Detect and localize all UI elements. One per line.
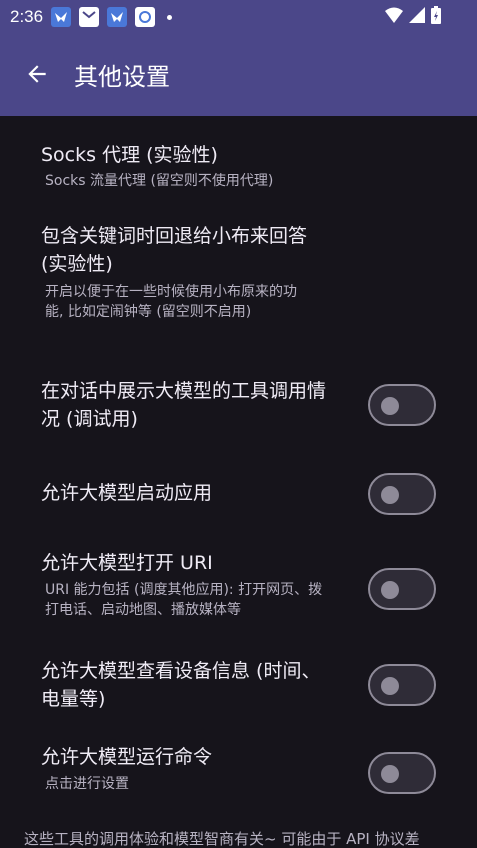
toolbar: 其他设置 — [0, 46, 477, 102]
setting-allow-run-command[interactable]: 允许大模型运行命令 点击进行设置 — [41, 744, 341, 794]
status-time: 2:36 — [10, 7, 44, 26]
toggle-allow-launch-app[interactable] — [368, 473, 436, 515]
setting-show-tool-calls[interactable]: 在对话中展示大模型的工具调用情况 (调试用) — [41, 377, 331, 433]
setting-title: Socks 代理 (实验性) — [41, 144, 218, 166]
toggle-knob — [381, 397, 399, 415]
toggle-allow-device-info[interactable] — [368, 664, 436, 706]
setting-subtitle: 开启以便于在一些时候使用小布原来的功能, 比如定闹钟等 (留空则不启用) — [45, 284, 297, 320]
toggle-show-tool-calls[interactable] — [368, 384, 436, 426]
bird-app-icon-2 — [107, 7, 128, 27]
setting-subtitle: 点击进行设置 — [45, 776, 129, 792]
status-bar: 2:36 — [0, 0, 477, 34]
back-arrow-icon[interactable] — [24, 61, 50, 87]
setting-title: 允许大模型运行命令 — [41, 746, 213, 768]
setting-title: 允许大模型打开 URI — [41, 552, 213, 574]
signal-icon — [409, 7, 425, 23]
setting-keyword-fallback[interactable]: 包含关键词时回退给小布来回答 (实验性) 开启以便于在一些时候使用小布原来的功能… — [41, 222, 316, 322]
toggle-knob — [381, 677, 399, 695]
cloud-app-icon — [135, 7, 156, 27]
toggle-allow-run-command[interactable] — [368, 752, 436, 794]
wifi-icon — [385, 7, 403, 23]
setting-allow-open-uri[interactable]: 允许大模型打开 URI URI 能力包括 (调度其他应用): 打开网页、拨打电话… — [41, 550, 331, 620]
setting-title: 允许大模型启动应用 — [41, 482, 213, 504]
toggle-knob — [381, 581, 399, 599]
toggle-knob — [381, 765, 399, 783]
toggle-knob — [381, 486, 399, 504]
setting-title: 在对话中展示大模型的工具调用情况 (调试用) — [41, 380, 327, 430]
setting-subtitle: URI 能力包括 (调度其他应用): 打开网页、拨打电话、启动地图、播放媒体等 — [45, 582, 323, 618]
app-bar: 2:36 其他设置 — [0, 0, 477, 116]
bird-app-icon — [51, 7, 72, 27]
setting-socks-proxy[interactable]: Socks 代理 (实验性) Socks 流量代理 (留空则不使用代理) — [41, 142, 341, 191]
setting-allow-device-info[interactable]: 允许大模型查看设备信息 (时间、电量等) — [41, 657, 331, 713]
more-notifications-icon — [167, 14, 173, 20]
setting-title: 包含关键词时回退给小布来回答 (实验性) — [41, 225, 308, 275]
mail-icon — [79, 7, 100, 27]
battery-icon — [431, 6, 441, 24]
footer-note: 这些工具的调用体验和模型智商有关~ 可能由于 API 协议差 — [24, 830, 420, 848]
page-title: 其他设置 — [74, 62, 170, 91]
setting-subtitle: Socks 流量代理 (留空则不使用代理) — [45, 173, 274, 189]
toggle-allow-open-uri[interactable] — [368, 568, 436, 610]
setting-title: 允许大模型查看设备信息 (时间、电量等) — [41, 660, 321, 710]
setting-allow-launch-app[interactable]: 允许大模型启动应用 — [41, 480, 341, 507]
system-icons — [385, 6, 441, 24]
